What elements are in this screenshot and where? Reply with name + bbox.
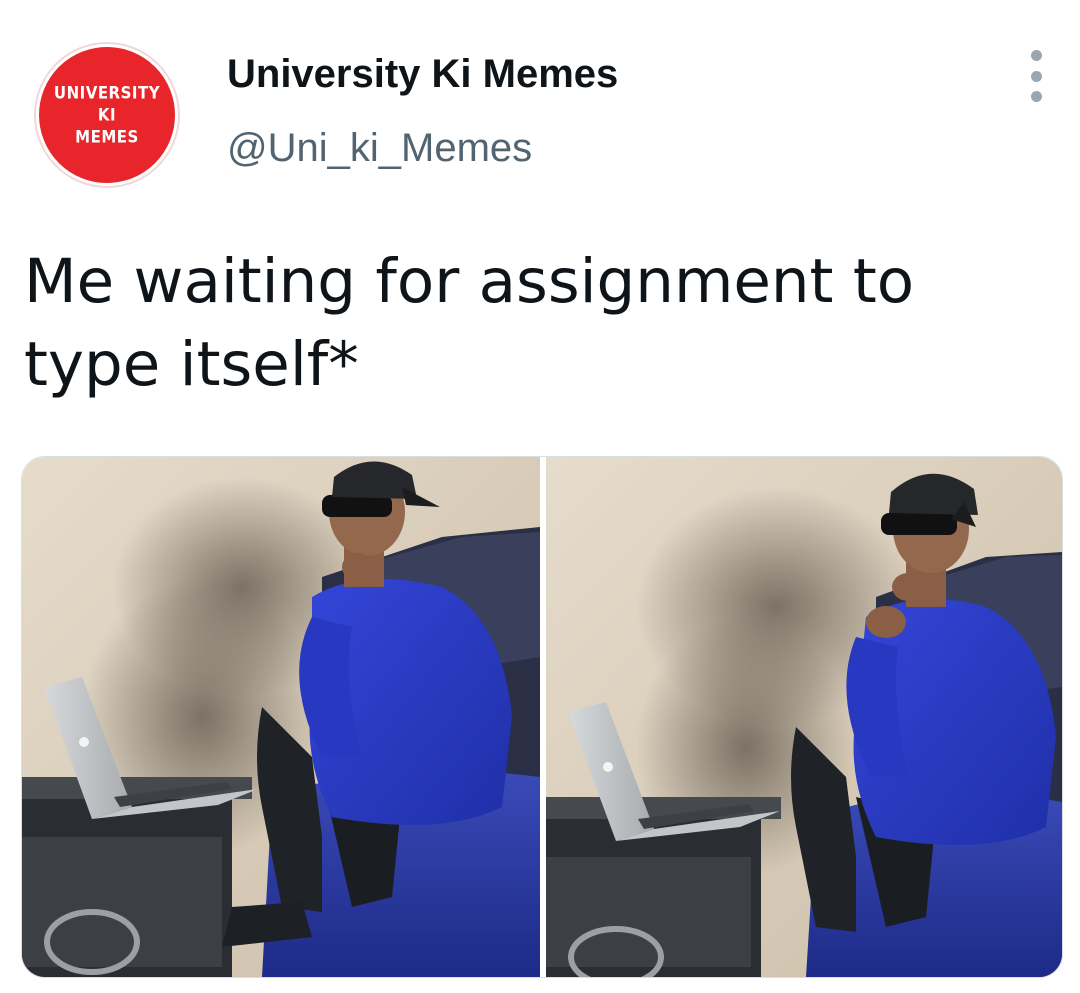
- dot: [1030, 91, 1042, 102]
- meme-panel-right: [546, 457, 1062, 977]
- panel-divider: [540, 457, 546, 977]
- more-vertical-icon[interactable]: [1022, 50, 1050, 102]
- dot: [1030, 70, 1042, 82]
- display-name[interactable]: University Ki Memes: [227, 52, 618, 97]
- profile-avatar[interactable]: UNIVERSITY KI MEMES: [36, 44, 178, 186]
- meme-panel-left: [22, 457, 540, 977]
- avatar-text-line: MEMES: [75, 126, 139, 148]
- tweet-text: Me waiting for assignment to type itself…: [24, 246, 915, 400]
- tweet-media[interactable]: [21, 456, 1063, 978]
- meme-image: [22, 457, 1062, 977]
- tweet-card: UNIVERSITY KI MEMES University Ki Memes …: [0, 0, 1080, 993]
- dot: [1030, 50, 1042, 61]
- user-handle[interactable]: @Uni_ki_Memes: [227, 126, 532, 171]
